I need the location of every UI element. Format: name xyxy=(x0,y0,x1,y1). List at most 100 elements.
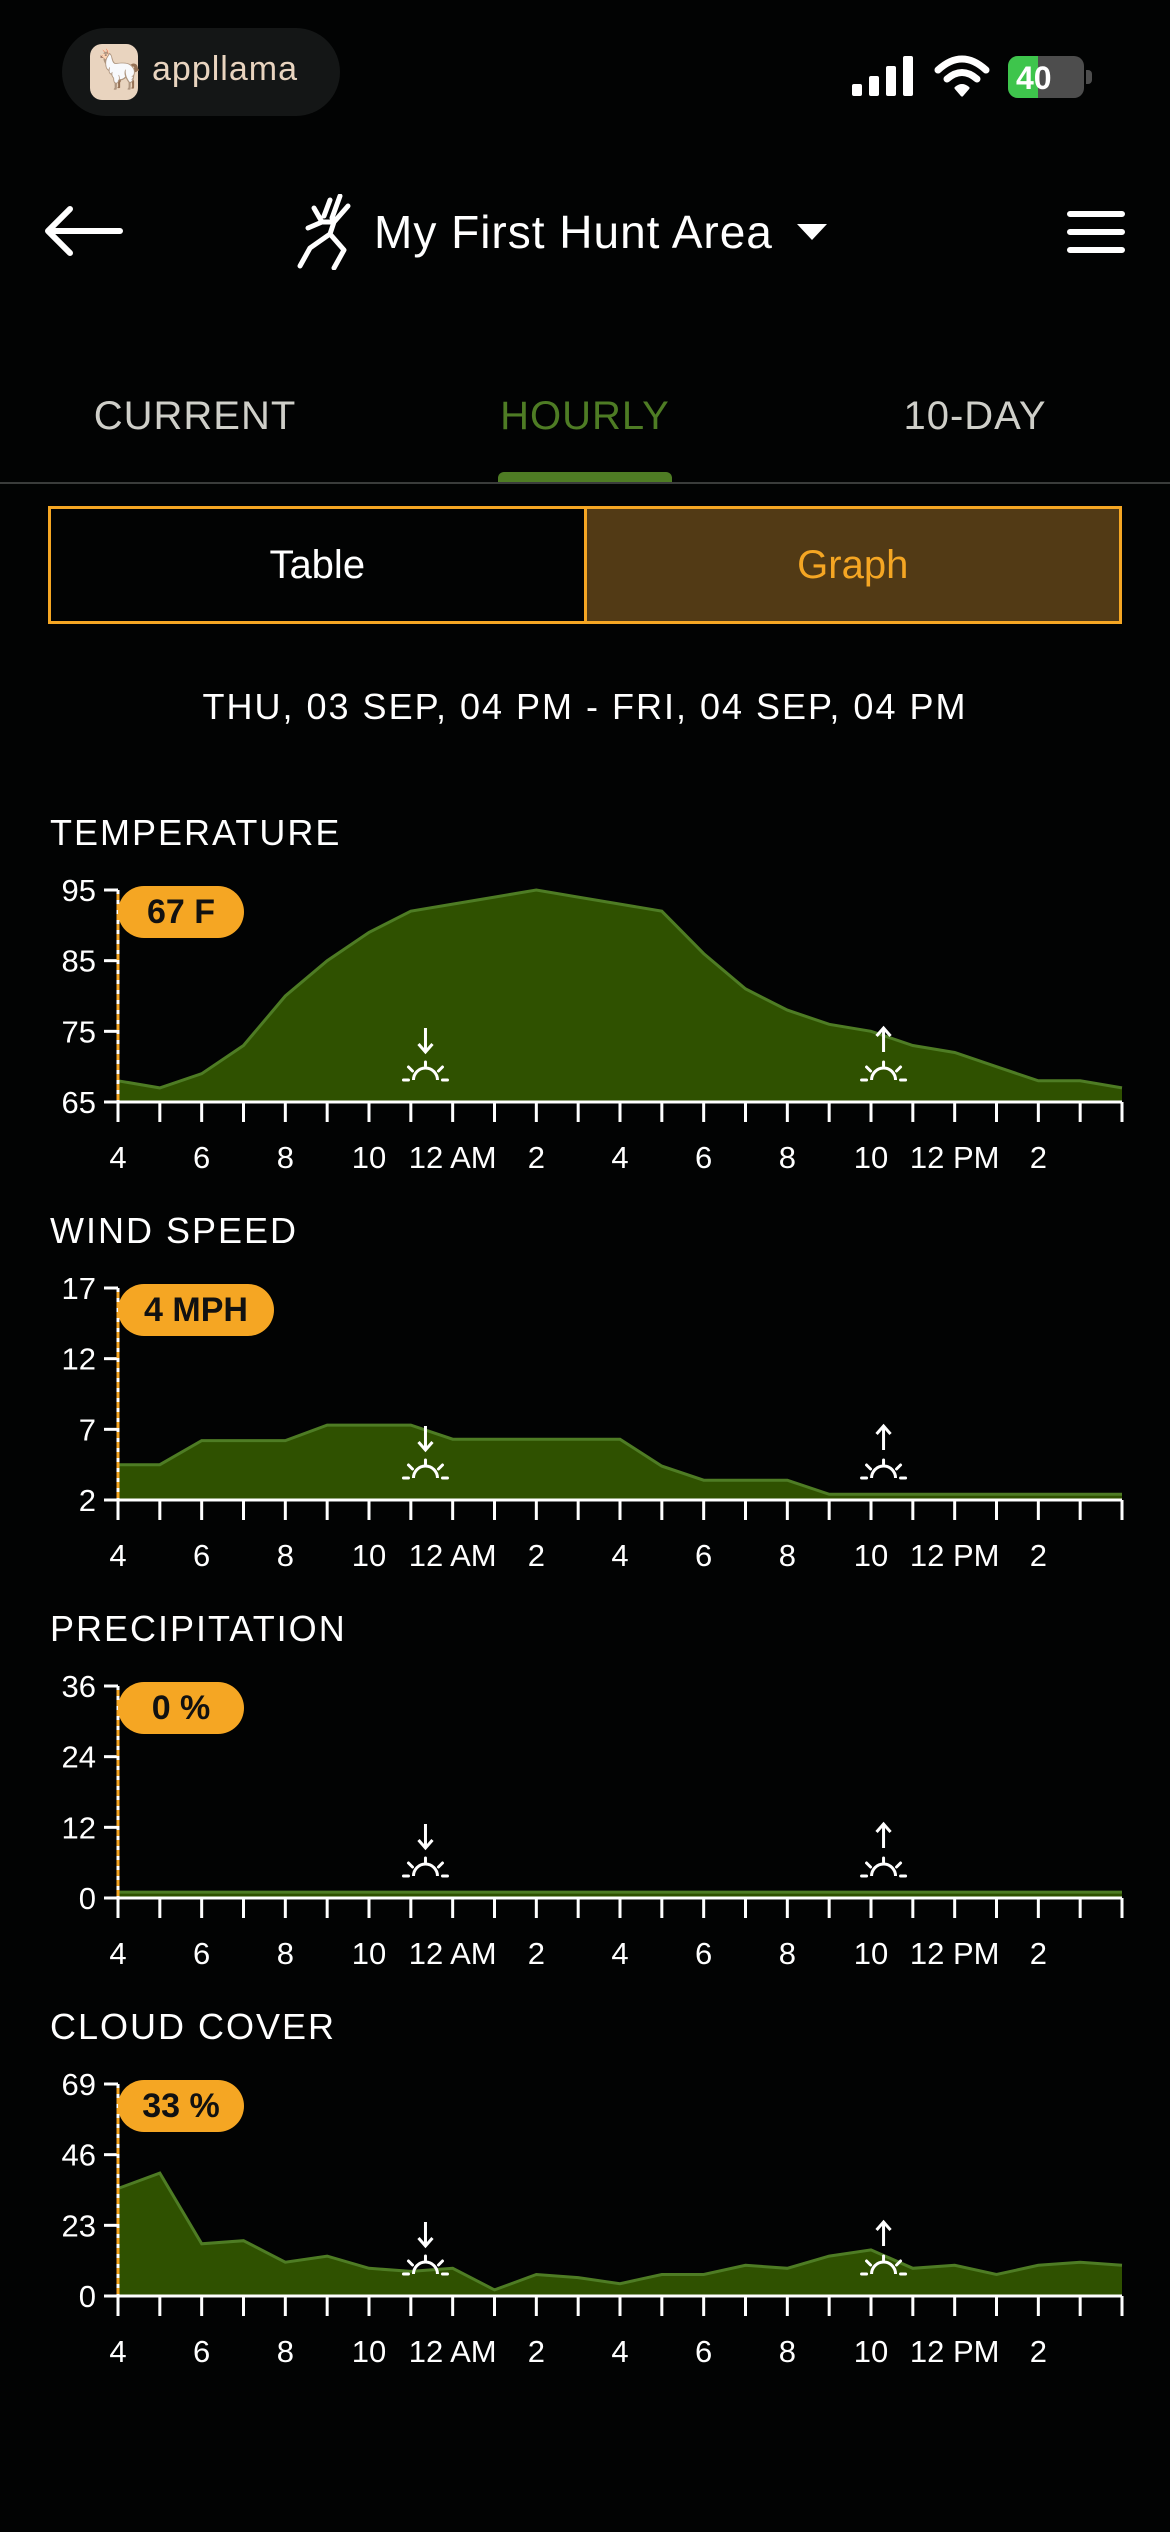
status-bar: 🦙 appllama 40 xyxy=(0,0,1170,150)
view-toggle: Table Graph xyxy=(48,506,1122,624)
area-series xyxy=(118,1425,1122,1500)
sunrise-icon xyxy=(860,1821,908,1878)
x-tick-label: 6 xyxy=(193,1140,210,1175)
area-series xyxy=(118,890,1122,1102)
x-tick-label: 12 AM xyxy=(409,1538,497,1573)
x-tick-label: 8 xyxy=(779,1538,796,1573)
y-tick-label: 69 xyxy=(62,2067,96,2102)
app-name: appllama xyxy=(152,50,298,88)
x-tick-label: 2 xyxy=(1030,1538,1047,1573)
x-tick-label: 12 PM xyxy=(910,1936,1000,1971)
x-tick-label: 6 xyxy=(695,1936,712,1971)
y-tick-label: 2 xyxy=(79,1483,96,1518)
x-tick-label: 4 xyxy=(109,2334,126,2369)
x-tick-label: 4 xyxy=(611,1140,628,1175)
battery-charging-icon: 40 xyxy=(1008,56,1092,100)
tab-10-day[interactable]: 10-DAY xyxy=(820,376,1130,456)
wind-speed-chart: 1712724 6 8 10 12 AM 2 4 6 8 10 12 PM 24 MPH xyxy=(62,1271,1124,1573)
cloud-cover-chart: 69462304 6 8 10 12 AM 2 4 6 8 10 12 PM 233 % xyxy=(62,2067,1124,2369)
x-tick-label: 6 xyxy=(695,2334,712,2369)
x-tick-label: 4 xyxy=(611,1538,628,1573)
y-tick-label: 17 xyxy=(62,1271,96,1306)
x-tick-label: 8 xyxy=(277,2334,294,2369)
area-title: My First Hunt Area xyxy=(374,206,773,258)
current-value-label: 33 % xyxy=(142,2087,220,2125)
y-tick-label: 12 xyxy=(62,1342,96,1377)
date-range: THU, 03 SEP, 04 PM - FRI, 04 SEP, 04 PM xyxy=(202,686,968,727)
llama-logo-icon: 🦙 xyxy=(90,44,143,100)
x-tick-label: 8 xyxy=(779,1140,796,1175)
x-tick-label: 6 xyxy=(695,1538,712,1573)
app-pill[interactable]: 🦙 appllama xyxy=(62,28,340,116)
area-series xyxy=(118,2173,1122,2296)
battery-percent: 40 xyxy=(1016,60,1052,96)
y-tick-label: 24 xyxy=(62,1740,96,1775)
x-tick-label: 4 xyxy=(611,1936,628,1971)
x-tick-label: 12 PM xyxy=(910,1538,1000,1573)
y-tick-label: 23 xyxy=(62,2208,96,2243)
x-tick-label: 12 AM xyxy=(409,1140,497,1175)
current-value-label: 67 F xyxy=(147,893,215,931)
tab-current[interactable]: CURRENT xyxy=(40,376,350,456)
chart-title-wind-speed: WIND SPEED xyxy=(50,1210,299,1251)
temperature-chart: 95 85 75 65 4 6 8 10 12 AM 2 4 6 8 10 12 PM 2 67 F xyxy=(62,873,1124,1175)
wifi-icon xyxy=(934,55,990,97)
x-tick-label: 2 xyxy=(528,1538,545,1573)
x-tick-label: 8 xyxy=(277,1140,294,1175)
x-tick-label: 4 xyxy=(109,1538,126,1573)
sunrise-icon xyxy=(860,1423,908,1480)
table-view-button[interactable]: Table xyxy=(51,509,587,621)
x-tick-label: 2 xyxy=(528,2334,545,2369)
x-tick-label: 4 xyxy=(109,1140,126,1175)
x-tick-label: 2 xyxy=(1030,1936,1047,1971)
y-tick-label: 0 xyxy=(79,2279,96,2314)
sunset-icon xyxy=(401,2222,449,2276)
x-tick-label: 10 xyxy=(352,1936,386,1971)
y-tick-label: 7 xyxy=(79,1412,96,1447)
x-tick-label: 10 xyxy=(854,2334,888,2369)
x-tick-label: 2 xyxy=(528,1140,545,1175)
x-tick-label: 4 xyxy=(611,2334,628,2369)
x-tick-label: 12 AM xyxy=(409,1936,497,1971)
deer-logo-icon xyxy=(297,194,351,270)
forecast-tabs: CURRENT HOURLY 10-DAY xyxy=(0,356,1170,484)
back-arrow-icon[interactable] xyxy=(40,196,126,266)
x-tick-label: 10 xyxy=(854,1936,888,1971)
y-tick-label: 46 xyxy=(62,2138,96,2173)
y-tick-label: 65 xyxy=(62,1085,96,1120)
active-tab-indicator xyxy=(498,472,672,482)
chart-title-cloud-cover: CLOUD COVER xyxy=(50,2006,337,2047)
x-tick-label: 12 AM xyxy=(409,2334,497,2369)
x-tick-label: 10 xyxy=(352,2334,386,2369)
x-tick-label: 2 xyxy=(1030,2334,1047,2369)
x-tick-label: 2 xyxy=(1030,1140,1047,1175)
x-tick-label: 12 PM xyxy=(910,1140,1000,1175)
tab-hourly[interactable]: HOURLY xyxy=(430,376,740,456)
graph-view-button[interactable]: Graph xyxy=(586,509,1119,621)
y-tick-label: 95 xyxy=(62,873,96,908)
x-tick-label: 10 xyxy=(854,1538,888,1573)
hamburger-menu-icon[interactable] xyxy=(1066,208,1126,256)
sunset-icon xyxy=(401,1824,449,1878)
x-tick-label: 2 xyxy=(528,1936,545,1971)
y-tick-label: 85 xyxy=(62,944,96,979)
y-tick-label: 36 xyxy=(62,1669,96,1704)
current-value-label: 4 MPH xyxy=(144,1291,248,1329)
precipitation-chart: 36241204 6 8 10 12 AM 2 4 6 8 10 12 PM 20 % xyxy=(62,1669,1124,1971)
y-tick-label: 75 xyxy=(62,1014,96,1049)
x-tick-label: 8 xyxy=(277,1936,294,1971)
x-tick-label: 6 xyxy=(193,1936,210,1971)
y-tick-label: 12 xyxy=(62,1810,96,1845)
cellular-signal-icon xyxy=(852,56,913,96)
dropdown-caret-icon[interactable] xyxy=(795,222,829,242)
area-selector[interactable]: My First Hunt Area xyxy=(290,192,829,272)
x-tick-label: 12 PM xyxy=(910,2334,1000,2369)
x-tick-label: 4 xyxy=(109,1936,126,1971)
chart-title-temperature: TEMPERATURE xyxy=(50,812,342,853)
current-value-label: 0 % xyxy=(152,1689,211,1727)
y-tick-label: 0 xyxy=(79,1881,96,1916)
x-tick-label: 8 xyxy=(779,1936,796,1971)
x-tick-label: 10 xyxy=(352,1538,386,1573)
x-tick-label: 6 xyxy=(695,1140,712,1175)
x-tick-label: 10 xyxy=(352,1140,386,1175)
